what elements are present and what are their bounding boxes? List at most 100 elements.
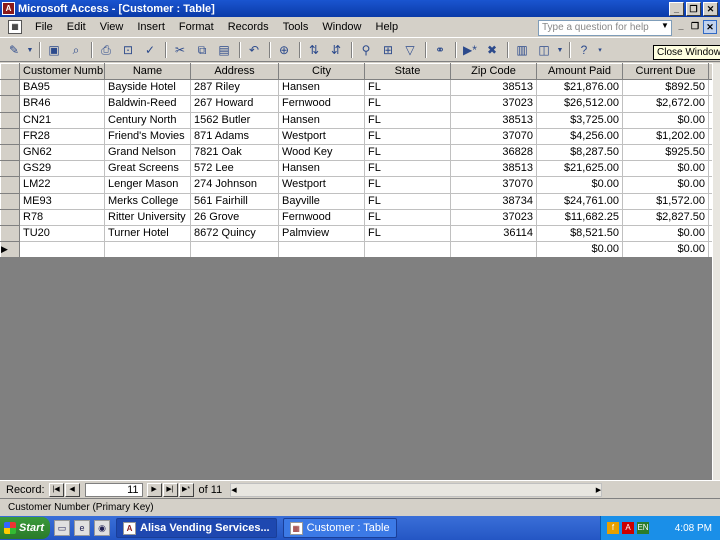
table-cell[interactable]: BR46 [19, 95, 105, 113]
table-cell[interactable]: BA95 [19, 79, 105, 97]
undo-icon[interactable]: ↶ [244, 41, 264, 59]
table-cell[interactable]: 871 Adams [190, 128, 279, 145]
table-cell[interactable]: TU20 [19, 225, 105, 243]
table-cell[interactable]: 561 Fairhill [190, 193, 279, 210]
table-cell[interactable]: 36114 [450, 225, 537, 243]
table-cell[interactable] [190, 241, 279, 259]
column-header[interactable]: Zip Code [450, 62, 537, 81]
table-cell[interactable]: Wood Key [278, 144, 365, 162]
scroll-left-icon[interactable]: ◀ [231, 486, 236, 494]
table-row[interactable]: BA95 Bayside Hotel 287 Riley Hansen FL 38513 $… [0, 79, 720, 97]
new-record-row[interactable]: ▶ $0.00 $0.00 [0, 241, 720, 259]
table-cell[interactable]: 37070 [450, 176, 537, 194]
row-selector[interactable] [0, 127, 20, 145]
row-selector[interactable] [0, 95, 20, 113]
new-record-button[interactable]: ▶* [178, 482, 194, 497]
find-icon[interactable]: ⚭ [430, 41, 450, 59]
menu-edit[interactable]: Edit [67, 21, 86, 33]
first-record-button[interactable]: |◀ [48, 482, 64, 497]
new-object-dropdown-icon[interactable]: ▼ [556, 41, 564, 59]
spelling-icon[interactable]: ✓ [140, 41, 160, 59]
table-cell[interactable]: Turner Hotel [104, 225, 191, 243]
table-cell[interactable]: Ritter University [104, 209, 191, 226]
table-cell[interactable] [104, 241, 191, 259]
menu-help[interactable]: Help [376, 21, 399, 33]
table-cell[interactable]: Hansen [278, 112, 365, 129]
table-cell[interactable]: 267 Howard [190, 95, 279, 113]
table-cell[interactable]: $0.00 [622, 160, 709, 178]
table-cell[interactable]: 37070 [450, 128, 537, 145]
previous-record-button[interactable]: ◀ [64, 482, 80, 497]
column-header[interactable]: State [364, 62, 451, 81]
row-selector[interactable] [0, 160, 20, 178]
table-cell[interactable]: ME93 [19, 193, 105, 210]
sort-ascending-icon[interactable]: ⇅ [304, 41, 324, 59]
scroll-right-icon[interactable]: ▶ [596, 486, 601, 494]
column-header[interactable]: Name [104, 62, 191, 81]
table-cell[interactable] [364, 241, 451, 259]
table-cell[interactable]: Merks College [104, 193, 191, 210]
vertical-scrollbar[interactable] [712, 63, 720, 480]
copy-icon[interactable]: ⧉ [192, 41, 212, 59]
help-search-input[interactable]: Type a question for help [538, 20, 672, 36]
table-cell[interactable]: Lenger Mason [104, 176, 191, 194]
table-cell[interactable]: $0.00 [536, 241, 623, 259]
table-row[interactable]: LM22 Lenger Mason 274 Johnson Westport FL 370… [0, 176, 720, 194]
menu-tools[interactable]: Tools [283, 21, 309, 33]
new-record-icon[interactable]: ▶* [460, 41, 480, 59]
table-cell[interactable]: FL [364, 209, 451, 226]
menu-format[interactable]: Format [179, 21, 214, 33]
table-cell[interactable]: 37023 [450, 209, 537, 226]
mdi-minimize-button[interactable]: _ [674, 20, 688, 34]
table-cell[interactable]: $0.00 [622, 176, 709, 194]
row-selector[interactable] [0, 192, 20, 210]
table-cell[interactable]: 287 Riley [190, 79, 279, 97]
menu-records[interactable]: Records [228, 21, 269, 33]
quicklaunch-browser-icon[interactable]: e [74, 520, 90, 536]
table-cell[interactable]: FL [364, 128, 451, 145]
table-cell[interactable]: Westport [278, 128, 365, 145]
table-row[interactable]: R78 Ritter University 26 Grove Fernwood FL 37… [0, 208, 720, 226]
table-cell[interactable]: $24,761.00 [536, 193, 623, 210]
table-cell[interactable]: FL [364, 112, 451, 129]
table-cell[interactable]: 38734 [450, 193, 537, 210]
table-cell[interactable]: $925.50 [622, 144, 709, 162]
table-cell[interactable]: Bayville [278, 193, 365, 210]
table-cell[interactable]: 36828 [450, 144, 537, 162]
table-cell[interactable]: Fernwood [278, 95, 365, 113]
table-cell[interactable]: FL [364, 176, 451, 194]
column-header[interactable]: Current Due [622, 62, 709, 81]
row-selector[interactable] [0, 79, 20, 97]
table-cell[interactable]: 8672 Quincy [190, 225, 279, 243]
table-cell[interactable]: $1,202.00 [622, 128, 709, 145]
minimize-button[interactable]: _ [669, 1, 684, 16]
table-cell[interactable]: Fernwood [278, 209, 365, 226]
table-cell[interactable]: Palmview [278, 225, 365, 243]
table-cell[interactable]: $8,521.50 [536, 225, 623, 243]
table-cell[interactable]: 572 Lee [190, 160, 279, 178]
close-button[interactable]: ✕ [703, 1, 718, 16]
table-cell[interactable]: 26 Grove [190, 209, 279, 226]
table-cell[interactable]: $0.00 [622, 225, 709, 243]
table-cell[interactable]: $1,572.00 [622, 193, 709, 210]
help-icon[interactable]: ? [574, 41, 594, 59]
table-row[interactable]: FR28 Friend's Movies 871 Adams Westport FL 37… [0, 127, 720, 145]
table-cell[interactable]: FL [364, 225, 451, 243]
row-selector[interactable] [0, 208, 20, 226]
table-row[interactable]: BR46 Baldwin-Reed 267 Howard Fernwood FL 3702… [0, 95, 720, 113]
database-window-icon[interactable]: ▥ [512, 41, 532, 59]
table-cell[interactable]: Great Screens [104, 160, 191, 178]
row-selector[interactable] [0, 176, 20, 194]
menu-view[interactable]: View [100, 21, 124, 33]
menu-window[interactable]: Window [322, 21, 361, 33]
table-row[interactable]: CN21 Century North 1562 Butler Hansen FL 3851… [0, 111, 720, 129]
tray-language-icon[interactable]: EN [637, 522, 649, 534]
row-selector[interactable] [0, 224, 20, 243]
table-cell[interactable]: FL [364, 193, 451, 210]
table-cell[interactable]: 274 Johnson [190, 176, 279, 194]
cut-icon[interactable]: ✂ [170, 41, 190, 59]
apply-filter-icon[interactable]: ▽ [400, 41, 420, 59]
last-record-button[interactable]: ▶| [162, 482, 178, 497]
table-cell[interactable]: R78 [19, 209, 105, 226]
column-header[interactable]: Address [190, 62, 279, 81]
